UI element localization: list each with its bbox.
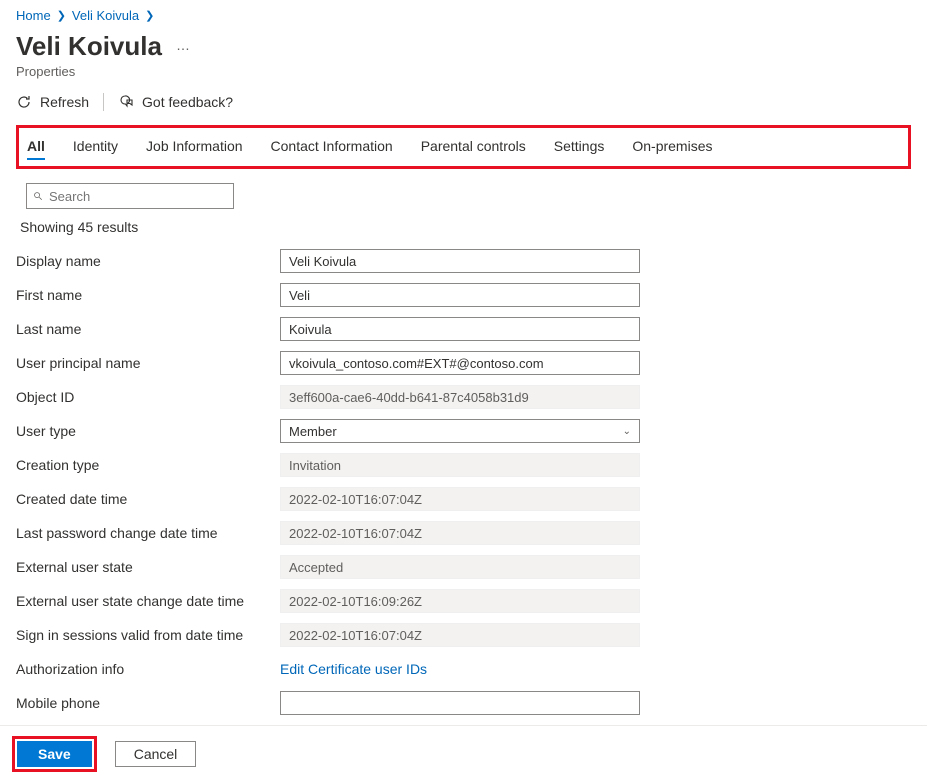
chevron-right-icon: ❯ — [57, 9, 66, 22]
search-icon — [33, 188, 43, 204]
external-user-state-value: Accepted — [280, 555, 640, 579]
creation-type-value: Invitation — [280, 453, 640, 477]
refresh-button[interactable]: Refresh — [16, 94, 89, 110]
tab-bar: All Identity Job Information Contact Inf… — [23, 134, 904, 160]
breadcrumb-home[interactable]: Home — [16, 8, 51, 23]
label-upn: User principal name — [16, 355, 280, 371]
authorization-info-link[interactable]: Edit Certificate user IDs — [280, 661, 427, 677]
last-password-change-value: 2022-02-10T16:07:04Z — [280, 521, 640, 545]
label-external-user-state: External user state — [16, 559, 280, 575]
save-highlight-box: Save — [12, 736, 97, 772]
label-last-password-change: Last password change date time — [16, 525, 280, 541]
label-object-id: Object ID — [16, 389, 280, 405]
command-bar: Refresh Got feedback? — [16, 93, 911, 111]
cancel-button[interactable]: Cancel — [115, 741, 197, 767]
label-mobile-phone: Mobile phone — [16, 695, 280, 711]
search-box[interactable] — [26, 183, 234, 209]
separator — [103, 93, 104, 111]
breadcrumb: Home ❯ Veli Koivula ❯ — [16, 6, 911, 25]
chevron-down-icon: ⌄ — [623, 426, 631, 437]
tabs-highlight-box: All Identity Job Information Contact Inf… — [16, 125, 911, 169]
mobile-phone-input[interactable] — [280, 691, 640, 715]
tab-parental-controls[interactable]: Parental controls — [421, 134, 526, 160]
external-user-state-change-value: 2022-02-10T16:09:26Z — [280, 589, 640, 613]
user-type-select[interactable]: Member ⌄ — [280, 419, 640, 443]
last-name-input[interactable] — [280, 317, 640, 341]
label-authorization-info: Authorization info — [16, 661, 280, 677]
label-created-date: Created date time — [16, 491, 280, 507]
tab-contact-information[interactable]: Contact Information — [271, 134, 393, 160]
tab-all[interactable]: All — [27, 134, 45, 160]
footer-bar: Save Cancel — [0, 725, 927, 782]
properties-form: Display name First name Last name User p… — [16, 249, 911, 715]
created-date-value: 2022-02-10T16:07:04Z — [280, 487, 640, 511]
refresh-icon — [16, 94, 32, 110]
tab-job-information[interactable]: Job Information — [146, 134, 243, 160]
page-subtitle: Properties — [16, 64, 911, 79]
label-creation-type: Creation type — [16, 457, 280, 473]
label-user-type: User type — [16, 423, 280, 439]
label-first-name: First name — [16, 287, 280, 303]
save-button[interactable]: Save — [17, 741, 92, 767]
chevron-right-icon: ❯ — [145, 9, 154, 22]
user-type-value: Member — [289, 424, 337, 439]
signin-valid-value: 2022-02-10T16:07:04Z — [280, 623, 640, 647]
label-signin-valid: Sign in sessions valid from date time — [16, 627, 280, 643]
upn-input[interactable] — [280, 351, 640, 375]
feedback-button[interactable]: Got feedback? — [118, 94, 233, 110]
first-name-input[interactable] — [280, 283, 640, 307]
feedback-icon — [118, 94, 134, 110]
tab-on-premises[interactable]: On-premises — [632, 134, 712, 160]
feedback-label: Got feedback? — [142, 94, 233, 110]
page-title: Veli Koivula — [16, 31, 162, 62]
tab-identity[interactable]: Identity — [73, 134, 118, 160]
results-count: Showing 45 results — [20, 219, 911, 235]
tab-settings[interactable]: Settings — [554, 134, 605, 160]
refresh-label: Refresh — [40, 94, 89, 110]
more-actions-button[interactable]: … — [176, 37, 191, 56]
search-input[interactable] — [43, 188, 227, 205]
label-last-name: Last name — [16, 321, 280, 337]
object-id-value: 3eff600a-cae6-40dd-b641-87c4058b31d9 — [280, 385, 640, 409]
label-external-user-state-change: External user state change date time — [16, 593, 280, 609]
display-name-input[interactable] — [280, 249, 640, 273]
label-display-name: Display name — [16, 253, 280, 269]
breadcrumb-user[interactable]: Veli Koivula — [72, 8, 139, 23]
